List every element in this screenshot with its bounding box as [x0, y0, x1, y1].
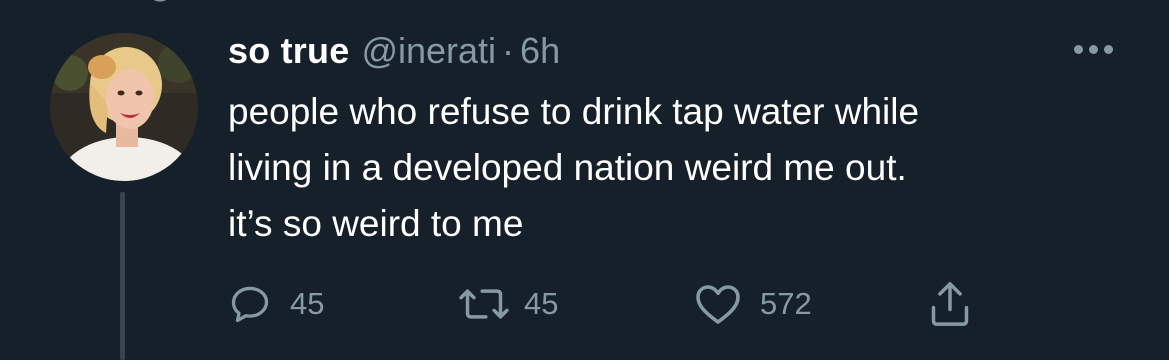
tweet-text: people who refuse to drink tap water whi… [228, 84, 1128, 252]
user-handle[interactable]: @inerati [361, 30, 496, 72]
like-button[interactable]: 572 [694, 276, 812, 332]
tweet-timestamp[interactable]: 6h [520, 30, 560, 72]
tweet-card[interactable]: so true @inerati · 6h people who refuse … [0, 0, 1169, 360]
reply-icon [231, 286, 269, 323]
reply-button[interactable]: 45 [228, 276, 324, 332]
more-options-button[interactable] [1063, 34, 1123, 64]
retweet-icon [459, 289, 509, 319]
avatar-image [50, 33, 198, 181]
display-name[interactable]: so true [228, 30, 349, 72]
more-icon-dot [1103, 44, 1113, 54]
header-separator: · [502, 30, 515, 71]
like-count: 572 [760, 286, 812, 321]
more-icon-dot [1088, 44, 1098, 54]
heart-icon [696, 285, 740, 324]
tweet-header: so true @inerati · 6h [228, 30, 560, 74]
previous-tweet-action-fragment [153, 0, 167, 2]
retweet-button[interactable]: 45 [456, 276, 558, 332]
share-button[interactable] [928, 276, 972, 332]
thread-connector-line [120, 192, 125, 360]
avatar[interactable] [50, 33, 198, 181]
share-icon [931, 282, 969, 326]
more-icon [1073, 44, 1083, 54]
retweet-count: 45 [524, 286, 559, 321]
tweet-text-line: people who refuse to drink tap water whi… [228, 91, 920, 132]
reply-count: 45 [290, 286, 325, 321]
tweet-actions: 45 45 572 [228, 276, 1028, 332]
tweet-text-line: it’s so weird to me [228, 203, 524, 244]
tweet-text-line: living in a developed nation weird me ou… [228, 147, 907, 188]
